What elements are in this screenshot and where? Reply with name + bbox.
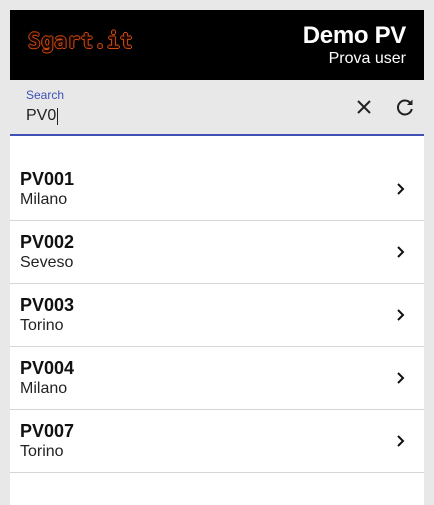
item-city: Milano xyxy=(20,380,68,397)
search-input[interactable] xyxy=(26,104,326,128)
search-bar: Search xyxy=(10,80,424,136)
item-city: Milano xyxy=(20,191,68,208)
text-cursor xyxy=(57,108,58,125)
close-icon xyxy=(357,100,371,114)
item-code: PV004 xyxy=(20,358,75,378)
item-code: PV002 xyxy=(20,232,75,252)
header-title-block: Demo PV Prova user xyxy=(302,22,407,68)
chevron-right-icon xyxy=(397,309,405,321)
item-code: PV007 xyxy=(20,421,75,441)
clear-search-button[interactable] xyxy=(351,94,377,120)
user-subtitle: Prova user xyxy=(328,50,406,67)
list-item[interactable]: PV002 Seveso xyxy=(10,221,424,284)
chevron-right-icon xyxy=(397,246,405,258)
list-item[interactable]: PV004 Milano xyxy=(10,347,424,410)
chevron-right-icon xyxy=(397,372,405,384)
chevron-right-icon xyxy=(397,435,405,447)
chevron-right-icon xyxy=(397,183,405,195)
pv-list: PV001 Milano PV002 Seveso PV003 Torino P… xyxy=(10,158,424,473)
list-item[interactable]: PV007 Torino xyxy=(10,410,424,473)
refresh-button[interactable] xyxy=(392,94,418,120)
list-item[interactable]: PV003 Torino xyxy=(10,284,424,347)
window-frame: Sgart.it Demo PV Prova user Search PV0 P… xyxy=(0,0,434,505)
item-city: Seveso xyxy=(20,254,74,271)
list-item[interactable]: PV001 Milano xyxy=(10,158,424,221)
item-city: Torino xyxy=(20,443,64,460)
item-code: PV001 xyxy=(20,169,75,189)
refresh-icon xyxy=(396,99,413,116)
sgart-logo[interactable]: Sgart.it xyxy=(28,29,133,53)
app-title: Demo PV xyxy=(302,22,407,49)
app-container: Sgart.it Demo PV Prova user Search PV0 P… xyxy=(10,10,424,505)
search-label: Search xyxy=(26,88,65,102)
item-code: PV003 xyxy=(20,295,75,315)
item-city: Torino xyxy=(20,317,64,334)
app-header: Sgart.it Demo PV Prova user xyxy=(10,10,424,80)
